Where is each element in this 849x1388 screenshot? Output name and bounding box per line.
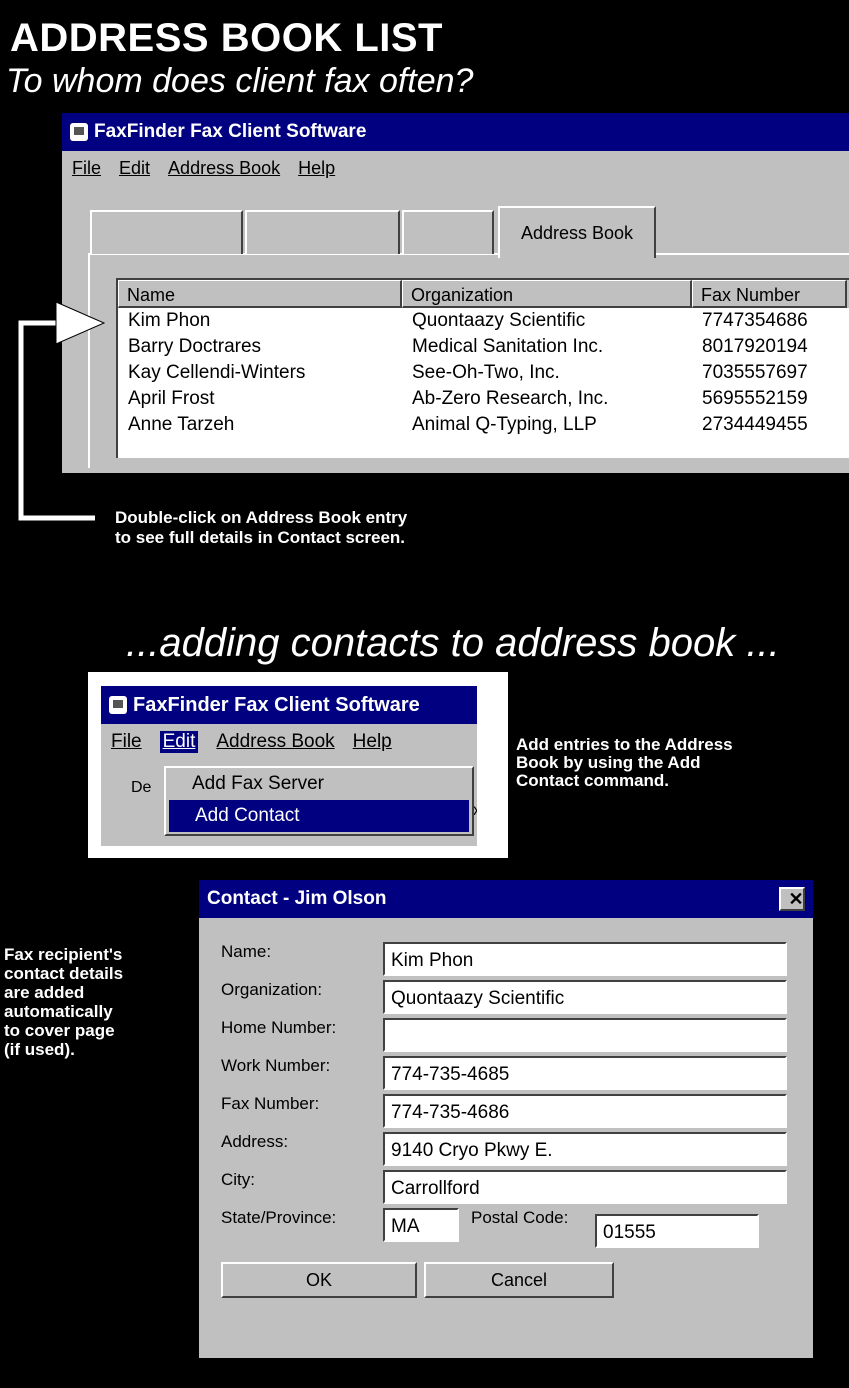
window-title: FaxFinder Fax Client Software	[133, 693, 420, 716]
annotation-line: (if used).	[4, 1040, 75, 1059]
app-icon	[109, 696, 127, 714]
dialog-titlebar: Contact - Jim Olson ✕	[199, 880, 813, 918]
edit-dropdown-menu: Add Fax Server Add Contact	[164, 766, 474, 836]
contact-dialog: Contact - Jim Olson ✕ Name: Kim Phon Org…	[199, 880, 813, 1358]
name-label: Name:	[221, 942, 272, 961]
postal-code-label: Postal Code:	[471, 1208, 569, 1227]
address-field[interactable]: 9140 Cryo Pkwy E.	[383, 1132, 787, 1166]
organization-label: Organization:	[221, 980, 323, 999]
annotation-line: to cover page	[4, 1021, 115, 1040]
ok-button[interactable]: OK	[221, 1262, 417, 1298]
menu-bar: File Edit Address Book Help	[101, 724, 477, 760]
annotation-line: Book by using the Add	[516, 753, 701, 772]
menu-item-add-contact[interactable]: Add Contact	[169, 800, 469, 832]
cancel-button[interactable]: Cancel	[424, 1262, 614, 1298]
menu-help[interactable]: Help	[353, 731, 392, 753]
home-number-field[interactable]	[383, 1018, 787, 1052]
menu-address-book[interactable]: Address Book	[216, 731, 334, 753]
annotation-double-click: Double-click on Address Book entry to se…	[115, 508, 407, 548]
state-label: State/Province:	[221, 1208, 337, 1227]
work-number-field[interactable]: 774-735-4685	[383, 1056, 787, 1090]
annotation-line: are added	[4, 983, 85, 1002]
fax-number-label: Fax Number:	[221, 1094, 320, 1113]
annotation-line: to see full details in Contact screen.	[115, 528, 406, 547]
close-button[interactable]: ✕	[779, 887, 805, 911]
name-field[interactable]: Kim Phon	[383, 942, 787, 976]
annotation-cover-page: Fax recipient's contact details are adde…	[4, 945, 123, 1059]
menu-file[interactable]: File	[111, 731, 142, 753]
home-number-label: Home Number:	[221, 1018, 337, 1037]
annotation-line: Fax recipient's	[4, 945, 123, 964]
menu-item-add-fax-server[interactable]: Add Fax Server	[166, 768, 472, 800]
city-field[interactable]: Carrollford	[383, 1170, 787, 1204]
annotation-line: Contact command.	[516, 771, 670, 790]
annotation-line: Add entries to the Address	[516, 735, 733, 754]
annotation-line: automatically	[4, 1002, 113, 1021]
address-label: Address:	[221, 1132, 289, 1151]
dialog-title: Contact - Jim Olson	[207, 888, 387, 909]
window-titlebar: FaxFinder Fax Client Software	[101, 686, 477, 724]
annotation-add-entries: Add entries to the Address Book by using…	[516, 736, 733, 790]
state-field[interactable]: MA	[383, 1208, 459, 1242]
callout-arrow-icon	[18, 301, 106, 521]
postal-code-field[interactable]: 01555	[595, 1214, 759, 1248]
close-icon: ✕	[788, 888, 804, 909]
city-label: City:	[221, 1170, 255, 1189]
organization-field[interactable]: Quontaazy Scientific	[383, 980, 787, 1014]
annotation-line: contact details	[4, 964, 124, 983]
annotation-line: Double-click on Address Book entry	[115, 508, 408, 527]
fax-number-field[interactable]: 774-735-4686	[383, 1094, 787, 1128]
work-number-label: Work Number:	[221, 1056, 331, 1075]
section-subheading: ...adding contacts to address book ...	[126, 621, 780, 665]
menu-edit[interactable]: Edit	[159, 731, 199, 753]
partial-tab-label: De	[131, 779, 152, 796]
